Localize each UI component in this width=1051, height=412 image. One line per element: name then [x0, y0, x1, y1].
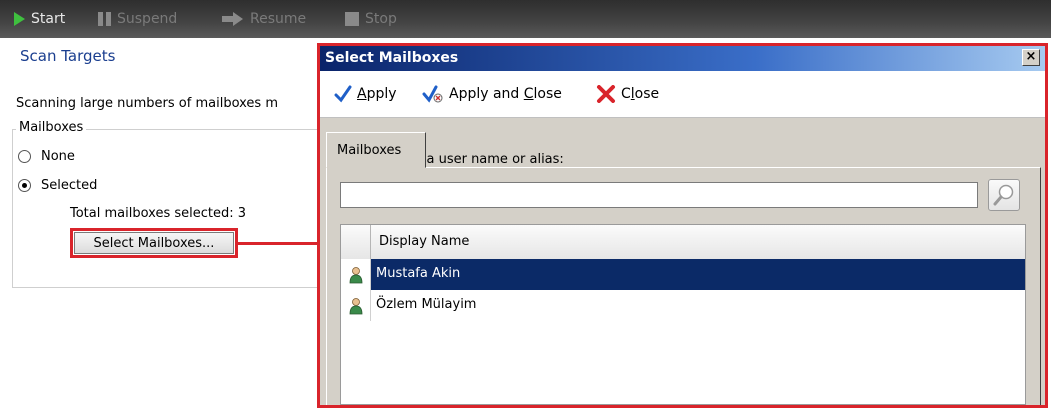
suspend-button[interactable]: Suspend — [98, 11, 177, 27]
play-icon — [14, 12, 25, 26]
resume-button[interactable]: Resume — [222, 11, 306, 27]
table-row[interactable]: Mustafa Akin — [341, 259, 1025, 290]
stop-label: Stop — [365, 11, 397, 27]
pause-icon — [98, 12, 111, 26]
select-mailboxes-button[interactable]: Select Mailboxes... — [70, 228, 238, 258]
dialog-highlight-frame: Select Mailboxes × Apply Apply and Close… — [317, 43, 1048, 408]
user-icon — [341, 290, 371, 321]
dialog-toolbar: Apply Apply and Close Close — [320, 71, 1045, 118]
scan-targets-pane: Scan Targets Scanning large numbers of m… — [0, 38, 333, 412]
select-mailboxes-label: Select Mailboxes... — [74, 232, 234, 254]
resume-label: Resume — [250, 11, 307, 27]
column-header-display-name[interactable]: Display Name — [379, 234, 469, 249]
page-title: Scan Targets — [20, 47, 116, 65]
group-label: Mailboxes — [16, 120, 87, 135]
grid-header-corner — [341, 225, 371, 259]
apply-button[interactable]: Apply — [334, 85, 397, 103]
check-close-icon — [422, 85, 443, 103]
scan-description: Scanning large numbers of mailboxes m — [16, 96, 278, 111]
apply-and-close-label: Apply and Close — [449, 86, 562, 102]
close-icon — [597, 85, 615, 103]
radio-none[interactable]: None — [18, 149, 75, 164]
start-label: Start — [31, 11, 66, 27]
tab-mailboxes[interactable]: Mailboxes — [326, 132, 426, 168]
top-toolbar: Start Suspend Resume Stop — [0, 0, 1051, 38]
search-button[interactable] — [988, 179, 1020, 211]
select-mailboxes-dialog: Select Mailboxes × Apply Apply and Close… — [320, 46, 1045, 405]
dialog-title: Select Mailboxes — [325, 50, 459, 66]
checkmark-icon — [334, 85, 352, 103]
close-button[interactable]: Close — [596, 85, 659, 103]
radio-selected-indicator — [18, 179, 31, 192]
radio-none-label: None — [41, 149, 75, 164]
magnifier-icon — [993, 184, 1014, 206]
radio-none-indicator — [18, 150, 31, 163]
apply-label: Apply — [357, 86, 397, 102]
start-button[interactable]: Start — [14, 11, 65, 27]
row-display-name: Mustafa Akin — [376, 266, 461, 281]
arrow-right-icon — [222, 12, 244, 26]
search-input[interactable] — [340, 182, 978, 208]
close-label: Close — [621, 86, 660, 102]
user-icon — [341, 259, 371, 290]
total-mailboxes-text: Total mailboxes selected: 3 — [70, 206, 247, 221]
row-display-name: Özlem Mülayim — [376, 297, 477, 312]
mailbox-grid: Display Name Mustafa Akin Özlem Mülayim — [340, 224, 1026, 405]
window-close-button[interactable]: × — [1022, 49, 1040, 66]
table-row[interactable]: Özlem Mülayim — [341, 290, 1025, 321]
dialog-titlebar: Select Mailboxes × — [320, 46, 1045, 71]
stop-button[interactable]: Stop — [345, 11, 397, 27]
apply-and-close-button[interactable]: Apply and Close — [422, 85, 562, 103]
radio-selected[interactable]: Selected — [18, 178, 97, 193]
grid-header: Display Name — [341, 225, 1025, 260]
radio-selected-label: Selected — [41, 178, 98, 193]
suspend-label: Suspend — [117, 11, 178, 27]
highlight-connector — [238, 242, 320, 245]
stop-icon — [345, 12, 359, 26]
